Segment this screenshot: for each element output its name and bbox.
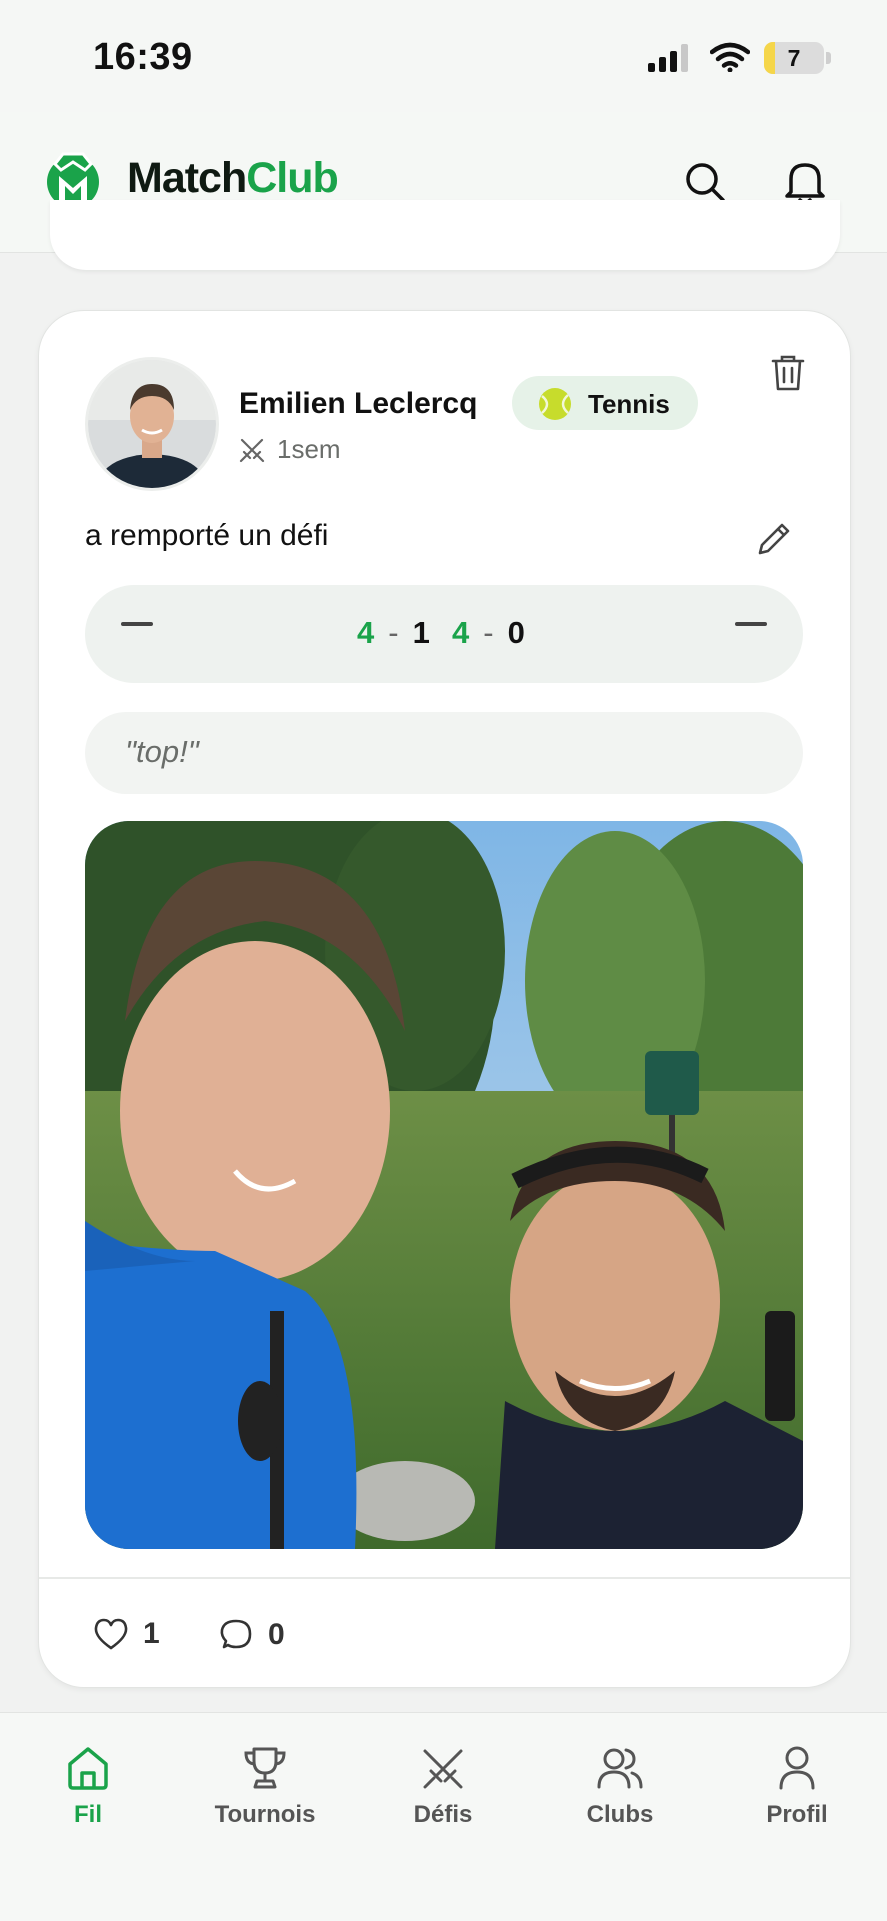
- comment-button[interactable]: 0: [218, 1617, 285, 1653]
- tab-defis[interactable]: Défis: [378, 1733, 508, 1829]
- battery-level: 7: [787, 45, 801, 71]
- battery-indicator: 7: [764, 42, 824, 74]
- post-action-text: a remporté un défi: [85, 519, 329, 552]
- set-1-winner-score: 4: [357, 615, 375, 650]
- tab-label-defis: Défis: [413, 1801, 473, 1828]
- tennis-ball-icon: [539, 388, 571, 420]
- crossed-swords-icon: [423, 1749, 463, 1789]
- score-set-1: 4 - 1: [357, 615, 430, 651]
- previous-post-card-edge: [50, 200, 840, 270]
- post-comment-box: "top!": [85, 712, 803, 794]
- author-avatar-photo: [88, 360, 216, 488]
- trophy-icon: [244, 1747, 286, 1789]
- tab-tournois[interactable]: Tournois: [200, 1733, 330, 1829]
- set-1-separator: -: [388, 615, 399, 650]
- right-player-placeholder: [735, 622, 767, 626]
- set-2-winner-score: 4: [452, 615, 470, 650]
- tab-fil[interactable]: Fil: [23, 1733, 153, 1829]
- tab-clubs[interactable]: Clubs: [555, 1733, 685, 1829]
- trash-icon[interactable]: [770, 354, 806, 392]
- tab-profil[interactable]: Profil: [732, 1733, 862, 1829]
- home-icon: [68, 1747, 108, 1790]
- like-count: 1: [143, 1617, 160, 1650]
- status-time: 16:39: [93, 36, 193, 78]
- bottom-tab-bar: Fil Tournois Défis Clubs Profil: [0, 1712, 887, 1921]
- tab-label-tournois: Tournois: [214, 1801, 316, 1828]
- heart-icon: [94, 1618, 128, 1650]
- tab-label-clubs: Clubs: [586, 1801, 654, 1828]
- post-photo[interactable]: [85, 821, 803, 1549]
- set-2-loser-score: 0: [507, 615, 525, 650]
- crossed-swords-icon: [239, 438, 265, 462]
- logo-part-club: Club: [246, 154, 339, 202]
- comment-count: 0: [268, 1618, 285, 1651]
- tab-label-fil: Fil: [74, 1801, 102, 1828]
- card-divider: [39, 1577, 850, 1579]
- status-bar: 16:39 7: [0, 0, 887, 112]
- pencil-icon[interactable]: [755, 520, 793, 558]
- match-score-bar: 4 - 1 4 - 0: [85, 585, 803, 683]
- post-time-ago: 1sem: [277, 434, 341, 464]
- set-2-separator: -: [483, 615, 494, 650]
- post-comment-text: "top!": [125, 734, 199, 769]
- logo-part-match: Match: [127, 154, 247, 202]
- users-icon: [597, 1748, 643, 1789]
- wifi-icon: [710, 42, 750, 72]
- sport-label: Tennis: [588, 389, 670, 419]
- battery-tip: [826, 52, 831, 64]
- set-1-loser-score: 1: [412, 615, 430, 650]
- left-player-placeholder: [121, 622, 153, 626]
- score-set-2: 4 - 0: [452, 615, 525, 651]
- user-icon: [779, 1746, 815, 1790]
- post-meta: 1sem: [239, 434, 341, 465]
- sport-badge: Tennis: [512, 376, 698, 430]
- bell-icon: [785, 163, 825, 205]
- comment-bubble-icon: [220, 1619, 252, 1649]
- selfie-photo: [85, 821, 803, 1549]
- feed-post-card: Emilien Leclercq Tennis 1sem a remporté …: [38, 310, 851, 1688]
- search-icon: [686, 163, 725, 202]
- like-button[interactable]: 1: [93, 1617, 160, 1651]
- cellular-signal-icon: [648, 44, 688, 72]
- author-avatar[interactable]: [85, 357, 219, 491]
- author-name[interactable]: Emilien Leclercq: [239, 387, 477, 421]
- tab-label-profil: Profil: [766, 1801, 828, 1828]
- app-logo-text[interactable]: MatchClub: [127, 154, 339, 203]
